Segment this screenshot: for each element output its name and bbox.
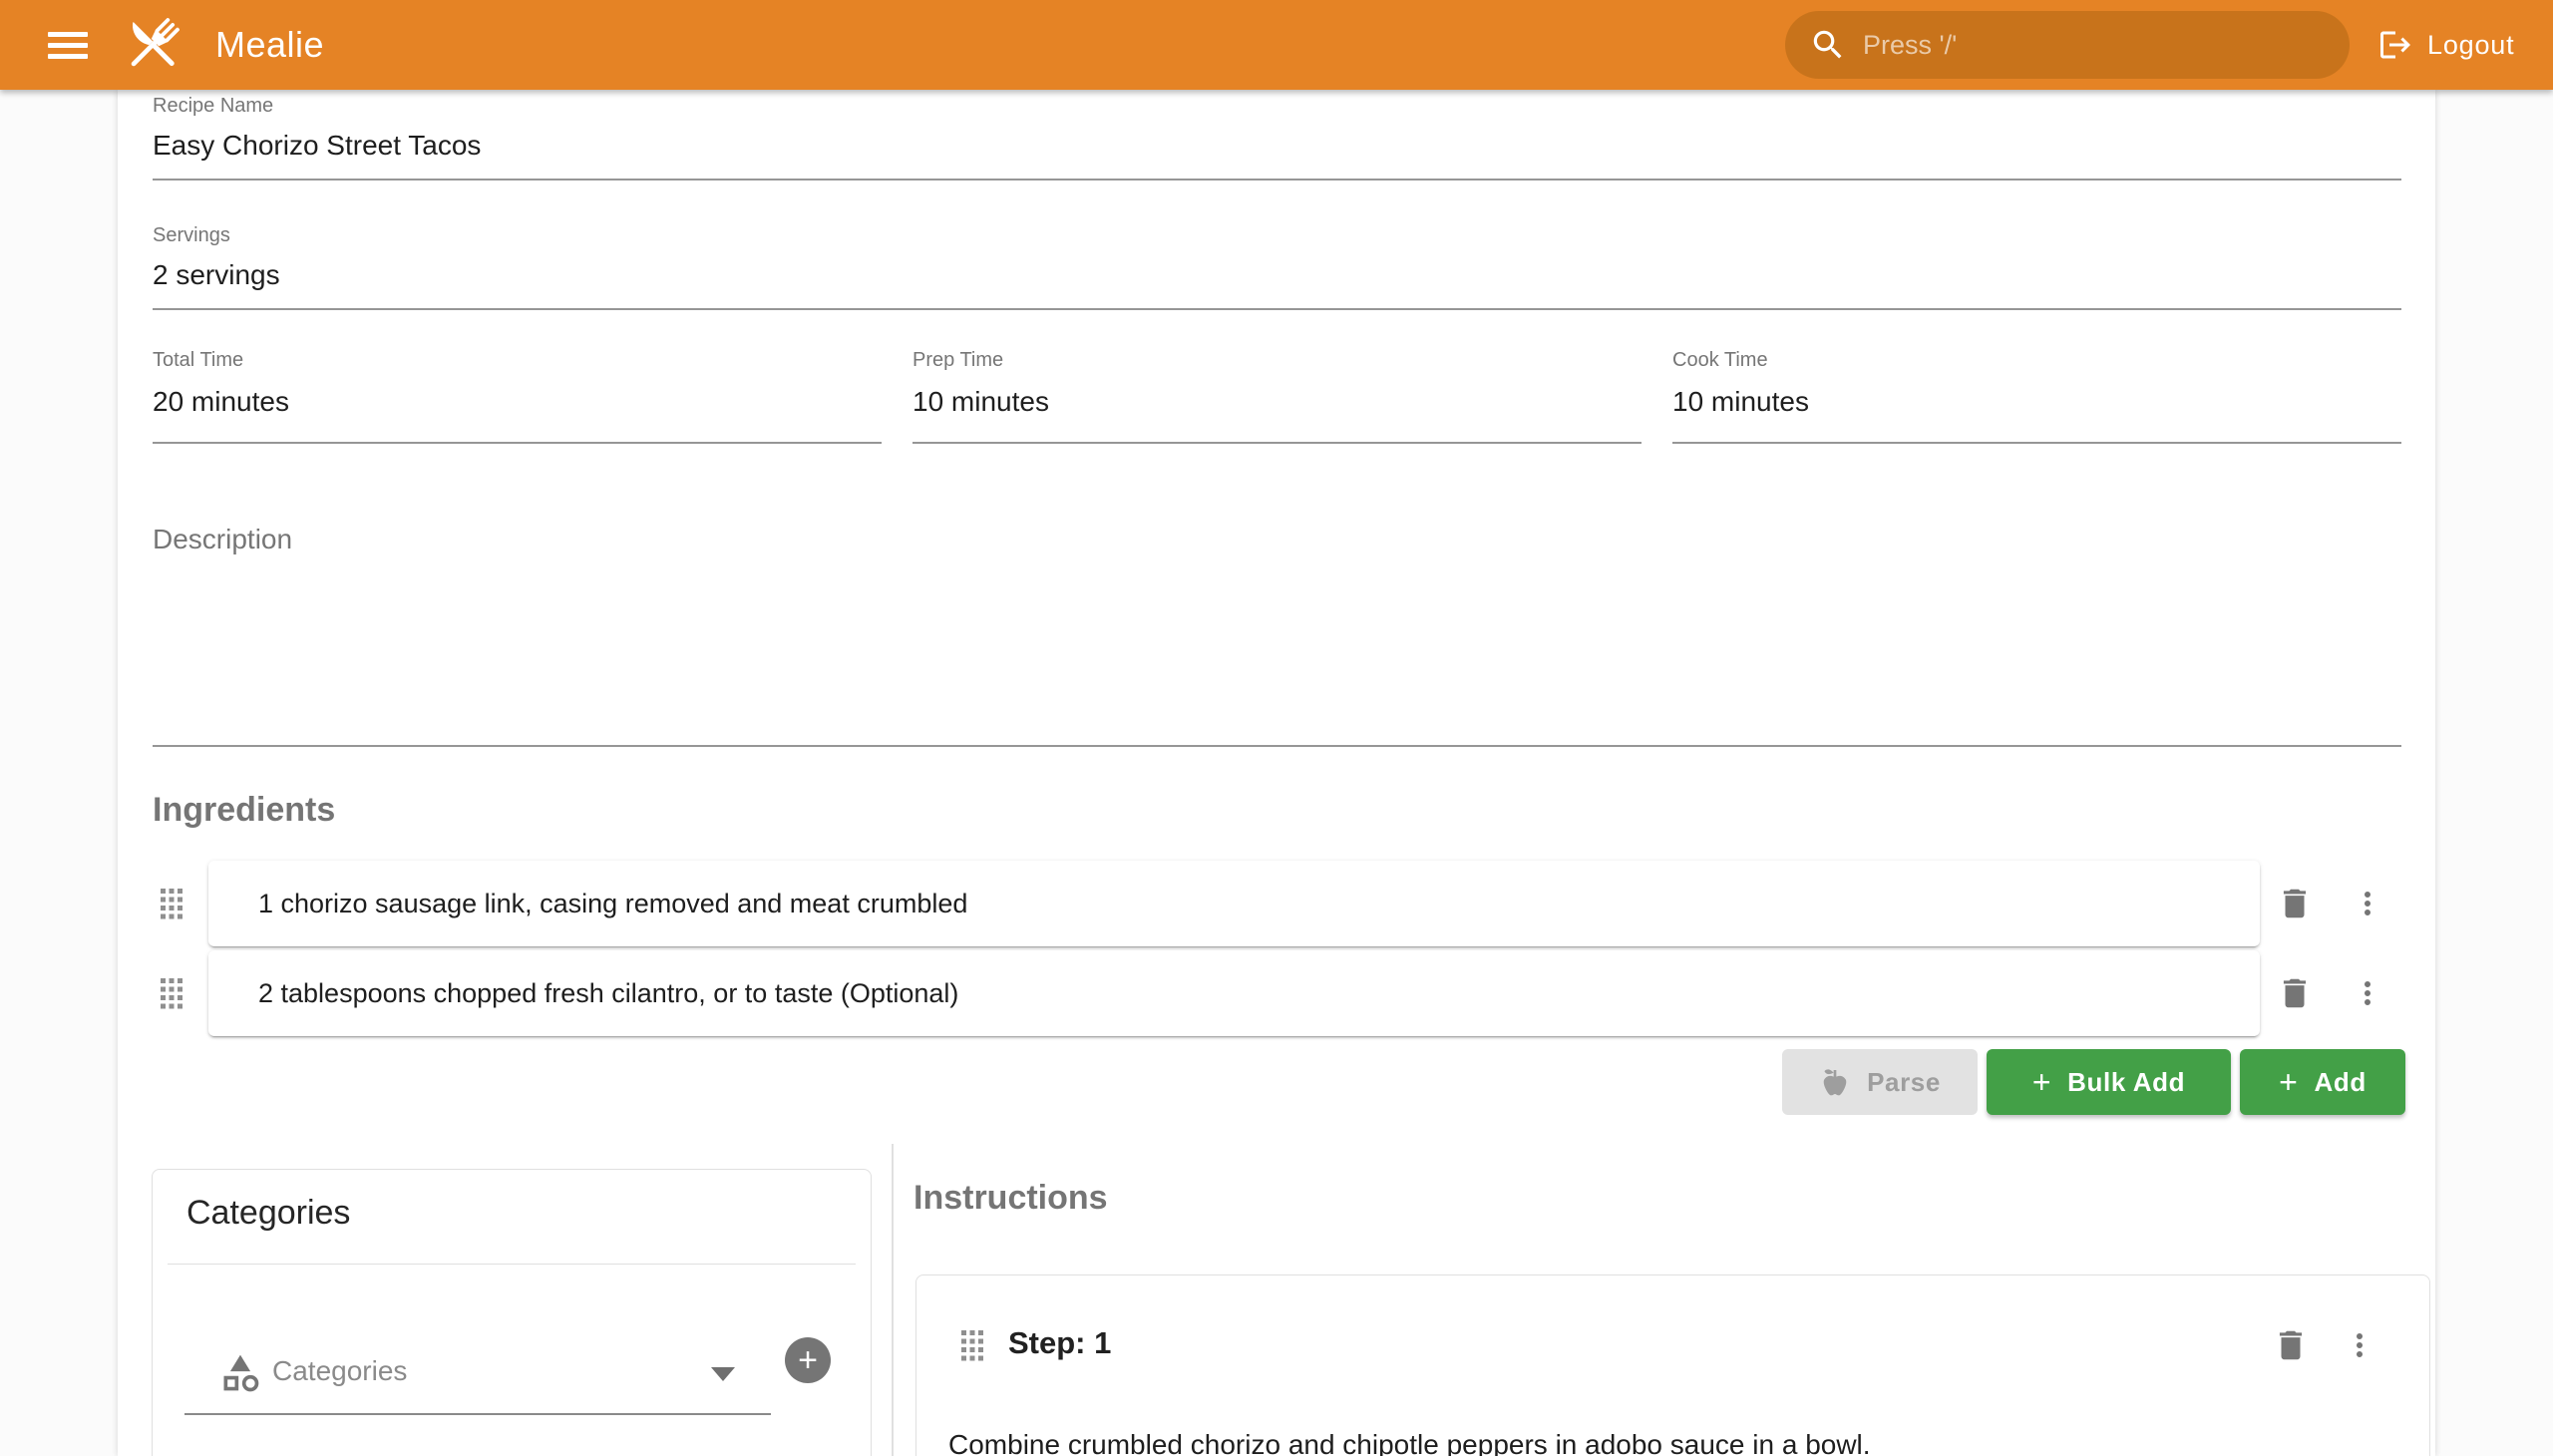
search-icon — [1809, 26, 1847, 64]
kebab-menu-icon — [2350, 886, 2385, 921]
instructions-section-title: Instructions — [913, 1179, 1108, 1218]
description-label: Description — [153, 524, 2401, 555]
app-title: Mealie — [215, 24, 324, 66]
total-time-field: Total Time — [153, 349, 882, 444]
categories-card: Categories Categories + — [152, 1169, 872, 1456]
field-underline — [153, 442, 882, 444]
utensils-logo-icon — [118, 10, 187, 80]
prep-time-input[interactable] — [912, 386, 1641, 418]
shapes-icon — [218, 1351, 262, 1395]
chevron-down-icon[interactable] — [711, 1367, 735, 1381]
plus-icon: + — [2032, 1066, 2051, 1098]
logout-button[interactable]: Logout — [2371, 15, 2520, 75]
prep-time-field: Prep Time — [912, 349, 1641, 444]
search-bar[interactable] — [1785, 11, 2350, 79]
total-time-label: Total Time — [153, 349, 882, 372]
field-underline — [153, 745, 2401, 747]
kebab-menu-icon — [2342, 1327, 2377, 1363]
step-title: Step: 1 — [1008, 1325, 1111, 1361]
app-header: Mealie Logout — [0, 0, 2553, 90]
ingredient-menu-button[interactable] — [2340, 876, 2395, 931]
field-underline — [1672, 442, 2401, 444]
step-text-input[interactable]: Combine crumbled chorizo and chipotle pe… — [948, 1425, 2389, 1456]
mealie-recipe-editor: Mealie Logout Recipe Name Servings Total… — [0, 0, 2553, 1456]
ingredient-delete-button[interactable] — [2267, 965, 2323, 1021]
categories-card-title: Categories — [186, 1194, 350, 1233]
categories-select-label: Categories — [272, 1355, 407, 1387]
add-ingredient-button[interactable]: + Add — [2240, 1049, 2405, 1115]
bulk-add-button[interactable]: + Bulk Add — [1987, 1049, 2231, 1115]
parse-button[interactable]: Parse — [1782, 1049, 1978, 1115]
recipe-name-input[interactable] — [153, 130, 2401, 162]
recipe-name-field: Recipe Name — [153, 95, 2401, 181]
bulk-add-button-label: Bulk Add — [2067, 1067, 2185, 1098]
step-drag-handle[interactable] — [960, 1329, 984, 1361]
ingredient-menu-button[interactable] — [2340, 965, 2395, 1021]
cook-time-label: Cook Time — [1672, 349, 2401, 372]
kebab-menu-icon — [2350, 975, 2385, 1011]
select-underline — [184, 1413, 771, 1415]
ingredient-input[interactable] — [256, 888, 2220, 920]
trash-icon — [2276, 974, 2314, 1012]
add-button-label: Add — [2314, 1067, 2366, 1098]
description-field: Description — [153, 524, 2401, 747]
servings-field: Servings — [153, 224, 2401, 310]
servings-input[interactable] — [153, 259, 2401, 291]
ingredient-row — [208, 861, 2260, 946]
ingredient-drag-handle[interactable] — [160, 888, 183, 919]
search-input[interactable] — [1861, 29, 2326, 62]
ingredient-drag-handle[interactable] — [160, 977, 183, 1009]
trash-icon — [2272, 1326, 2310, 1364]
ingredient-delete-button[interactable] — [2267, 876, 2323, 931]
prep-time-label: Prep Time — [912, 349, 1641, 372]
plus-icon: + — [2279, 1066, 2298, 1098]
ingredient-row — [208, 950, 2260, 1036]
categories-select[interactable]: Categories — [184, 1339, 771, 1413]
parse-button-label: Parse — [1867, 1067, 1941, 1098]
field-underline — [153, 179, 2401, 181]
ingredient-input[interactable] — [256, 977, 2220, 1010]
step-menu-button[interactable] — [2332, 1317, 2387, 1373]
total-time-input[interactable] — [153, 386, 882, 418]
card-divider — [168, 1264, 856, 1265]
servings-label: Servings — [153, 224, 2401, 247]
recipe-name-label: Recipe Name — [153, 95, 2401, 118]
field-underline — [912, 442, 1641, 444]
column-divider — [892, 1144, 894, 1456]
instruction-step-card: Step: 1 Combine crumbled chorizo and chi… — [915, 1274, 2430, 1456]
cook-time-field: Cook Time — [1672, 349, 2401, 444]
description-textarea[interactable] — [153, 563, 2405, 727]
apple-icon — [1819, 1066, 1851, 1098]
field-underline — [153, 308, 2401, 310]
trash-icon — [2276, 885, 2314, 922]
logout-label: Logout — [2427, 30, 2514, 61]
step-delete-button[interactable] — [2263, 1317, 2319, 1373]
ingredients-section-title: Ingredients — [153, 791, 335, 830]
hamburger-menu-button[interactable] — [36, 13, 100, 77]
logout-icon — [2377, 27, 2413, 63]
cook-time-input[interactable] — [1672, 386, 2401, 418]
add-category-button[interactable]: + — [785, 1337, 831, 1383]
